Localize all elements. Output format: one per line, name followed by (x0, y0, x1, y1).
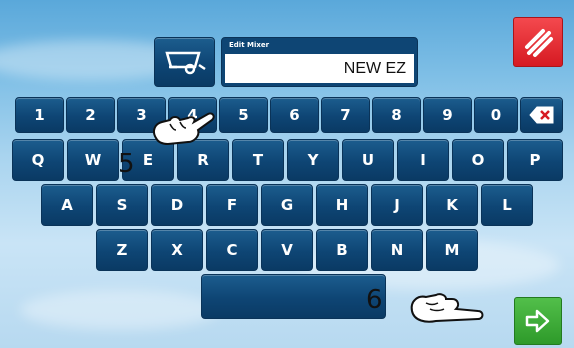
key-l[interactable]: L (481, 184, 533, 226)
key-7[interactable]: 7 (321, 97, 370, 133)
key-b[interactable]: B (316, 229, 368, 271)
key-j[interactable]: J (371, 184, 423, 226)
key-z[interactable]: Z (96, 229, 148, 271)
mixer-wagon-icon (164, 51, 206, 75)
space-bar[interactable] (201, 274, 386, 319)
key-p[interactable]: P (507, 139, 563, 181)
key-g[interactable]: G (261, 184, 313, 226)
key-t[interactable]: T (232, 139, 284, 181)
key-w[interactable]: W (67, 139, 119, 181)
pointing-hand-icon (153, 112, 215, 146)
key-q[interactable]: Q (12, 139, 64, 181)
key-y[interactable]: Y (287, 139, 339, 181)
key-k[interactable]: K (426, 184, 478, 226)
key-5[interactable]: 5 (219, 97, 268, 133)
keyboard-screen: Edit Mixer NEW EZ 1 2 3 4 5 6 7 8 9 0 Q … (0, 0, 574, 348)
pointing-hand-icon (410, 293, 484, 323)
key-a[interactable]: A (41, 184, 93, 226)
key-8[interactable]: 8 (372, 97, 421, 133)
key-v[interactable]: V (261, 229, 313, 271)
key-n[interactable]: N (371, 229, 423, 271)
enter-arrow-icon (525, 309, 550, 333)
edit-mixer-panel: Edit Mixer NEW EZ (221, 37, 418, 87)
backspace-icon (528, 106, 553, 124)
key-d[interactable]: D (151, 184, 203, 226)
key-1[interactable]: 1 (15, 97, 64, 133)
key-2[interactable]: 2 (66, 97, 115, 133)
key-u[interactable]: U (342, 139, 394, 181)
key-s[interactable]: S (96, 184, 148, 226)
mixer-button[interactable] (154, 37, 215, 87)
step-6-label: 6 (366, 285, 383, 315)
edit-mixer-label: Edit Mixer (229, 41, 270, 49)
key-m[interactable]: M (426, 229, 478, 271)
key-x[interactable]: X (151, 229, 203, 271)
background-cloud (20, 290, 220, 330)
key-o[interactable]: O (452, 139, 504, 181)
backspace-key[interactable] (520, 97, 563, 133)
key-f[interactable]: F (206, 184, 258, 226)
key-c[interactable]: C (206, 229, 258, 271)
step-5-label: 5 (118, 149, 135, 179)
key-0[interactable]: 0 (474, 97, 518, 133)
key-9[interactable]: 9 (423, 97, 472, 133)
key-6[interactable]: 6 (270, 97, 319, 133)
key-i[interactable]: I (397, 139, 449, 181)
cancel-button[interactable] (513, 17, 563, 67)
enter-button[interactable] (514, 297, 562, 345)
slash-cancel-icon (525, 29, 553, 57)
key-h[interactable]: H (316, 184, 368, 226)
mixer-name-input[interactable]: NEW EZ (225, 54, 414, 83)
